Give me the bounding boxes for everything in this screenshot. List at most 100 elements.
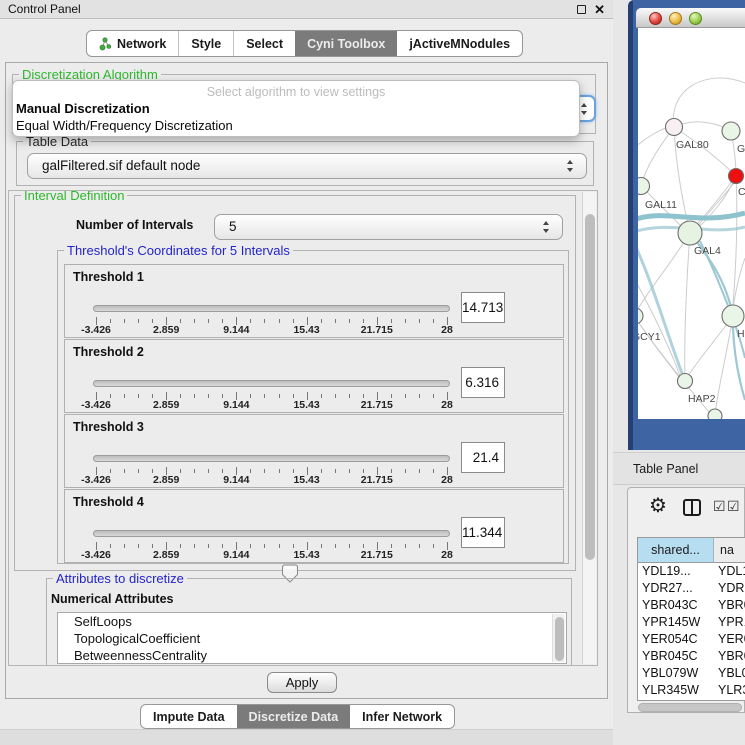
cell-name[interactable]: YIL0 (714, 699, 745, 701)
threshold-label: Threshold 4 (73, 495, 144, 509)
table-row[interactable]: YER054C YER0 (638, 631, 745, 648)
attribute-item[interactable]: TopologicalCoefficient (58, 630, 566, 647)
threshold-label: Threshold 3 (73, 420, 144, 434)
table-row[interactable]: YPR145W YPR1 (638, 614, 745, 631)
attributes-group: Attributes to discretize Numerical Attri… (46, 578, 572, 666)
threshold-panel: Threshold 4 (64, 489, 564, 563)
slider-track[interactable] (93, 455, 450, 462)
tab-infer-network[interactable]: Infer Network (350, 705, 454, 728)
checkbox-icon[interactable]: ☑ (727, 498, 740, 515)
cell-name[interactable]: YDL1 (714, 563, 745, 580)
threshold-value-field[interactable]: 21.4 (461, 442, 505, 473)
table-row[interactable]: YBR045C YBR0 (638, 648, 745, 665)
threshold-value-field[interactable]: 14.713 (461, 292, 505, 323)
network-canvas[interactable]: GAL80 G C GAL11 GAL4 GCY1 H HAP2 (638, 28, 745, 419)
float-window-icon[interactable] (577, 5, 586, 14)
number-of-intervals-spinner[interactable]: 5 (214, 214, 563, 240)
table-data-combobox-value: galFiltered.sif default node (28, 154, 586, 178)
network-node[interactable] (722, 122, 740, 140)
network-node-h[interactable] (722, 305, 744, 327)
cell-name[interactable]: YPR1 (714, 614, 745, 631)
thresholds-group-label: Threshold's Coordinates for 5 Intervals (64, 243, 293, 258)
threshold-value-field[interactable]: 6.316 (461, 367, 505, 398)
cell-name[interactable]: YLR3 (714, 682, 745, 699)
table-header-row: shared... na (638, 538, 745, 563)
column-header-shared-name[interactable]: shared... (638, 538, 714, 562)
zoom-traffic-light[interactable] (689, 12, 702, 25)
network-view-window: GAL80 G C GAL11 GAL4 GCY1 H HAP2 (628, 0, 745, 450)
cell-shared-name[interactable]: YBR043C (638, 597, 714, 614)
table-horizontal-scrollbar[interactable] (638, 703, 742, 712)
tab-style-label: Style (191, 37, 221, 51)
checkbox-icon[interactable]: ☑ (713, 498, 726, 515)
network-node-gal11[interactable] (638, 178, 650, 195)
algorithm-option-equal-width[interactable]: Equal Width/Frequency Discretization (15, 117, 577, 134)
column-header-name[interactable]: na (714, 538, 745, 562)
thresholds-list: Threshold 1 (64, 264, 564, 563)
tab-select[interactable]: Select (233, 31, 295, 56)
table-row[interactable]: YLR345W YLR3 (638, 682, 745, 699)
tab-infer-network-label: Infer Network (362, 710, 442, 724)
scrollbar-thumb[interactable] (585, 214, 595, 560)
cell-name[interactable]: YBR0 (714, 597, 745, 614)
slider-track[interactable] (93, 305, 450, 312)
table-panel-title: Table Panel (633, 462, 698, 476)
tab-impute-data[interactable]: Impute Data (141, 705, 237, 728)
tab-jactivemnodules[interactable]: jActiveMNodules (397, 31, 522, 56)
table-panel: ⚙ ☑ ☑ shared... na YDL19... YDL1 YDR27..… (627, 487, 745, 713)
network-node-selected-red[interactable] (729, 169, 744, 184)
table-row[interactable]: YDR27... YDR2 (638, 580, 745, 597)
table-row[interactable]: YIL052C YIL0 (638, 699, 745, 701)
columns-icon[interactable] (683, 499, 701, 516)
cell-name[interactable]: YBL0 (714, 665, 745, 682)
algorithm-option-manual[interactable]: Manual Discretization (15, 100, 577, 117)
cell-shared-name[interactable]: YER054C (638, 631, 714, 648)
attribute-item[interactable]: BetweennessCentrality (58, 647, 566, 664)
network-node-hap2[interactable] (678, 374, 693, 389)
network-node[interactable] (708, 409, 722, 419)
tab-select-label: Select (246, 37, 283, 51)
slider-track[interactable] (93, 380, 450, 387)
table-panel-header: Table Panel (613, 452, 745, 485)
table-row[interactable]: YBR043C YBR0 (638, 597, 745, 614)
control-panel-footer (0, 729, 613, 745)
cell-name[interactable]: YBR0 (714, 648, 745, 665)
gear-icon[interactable]: ⚙ (649, 495, 667, 517)
tab-network[interactable]: Network (87, 31, 178, 56)
top-tab-bar: Network Style Select Cyni Toolbox jActiv… (86, 30, 523, 57)
attributes-scrollbar[interactable] (552, 614, 565, 662)
tab-impute-data-label: Impute Data (153, 710, 225, 724)
cell-name[interactable]: YDR2 (714, 580, 745, 597)
network-node-gal80[interactable] (666, 119, 683, 136)
network-node-gcy1[interactable] (638, 308, 643, 324)
close-icon[interactable]: ✕ (594, 0, 605, 19)
table-row[interactable]: YBL079W YBL0 (638, 665, 745, 682)
cell-name[interactable]: YER0 (714, 631, 745, 648)
threshold-value-field[interactable]: 11.344 (461, 517, 505, 548)
scrollbar-thumb[interactable] (555, 617, 564, 661)
tab-discretize-data[interactable]: Discretize Data (237, 705, 351, 728)
table-data-group: Table Data galFiltered.sif default node (16, 141, 594, 186)
attribute-item[interactable]: SelfLoops (58, 613, 566, 630)
cell-shared-name[interactable]: YLR345W (638, 682, 714, 699)
table-row[interactable]: YDL19... YDL1 (638, 563, 745, 580)
cell-shared-name[interactable]: YDL19... (638, 563, 714, 580)
cell-shared-name[interactable]: YDR27... (638, 580, 714, 597)
close-traffic-light[interactable] (649, 12, 662, 25)
cell-shared-name[interactable]: YBR045C (638, 648, 714, 665)
apply-button[interactable]: Apply (267, 672, 337, 693)
numerical-attributes-list: SelfLoopsTopologicalCoefficientBetweenne… (57, 612, 567, 664)
node-label-gal11: GAL11 (645, 199, 677, 211)
minimize-traffic-light[interactable] (669, 12, 682, 25)
network-node-gal4[interactable] (678, 221, 702, 245)
settings-vertical-scrollbar[interactable] (582, 192, 596, 664)
tab-style[interactable]: Style (178, 31, 233, 56)
table-data-combobox[interactable]: galFiltered.sif default node (27, 153, 587, 179)
cell-shared-name[interactable]: YBL079W (638, 665, 714, 682)
bottom-tab-bar: Impute Data Discretize Data Infer Networ… (140, 704, 455, 729)
cell-shared-name[interactable]: YIL052C (638, 699, 714, 701)
slider-track[interactable] (93, 530, 450, 537)
tab-cyni-toolbox[interactable]: Cyni Toolbox (295, 31, 397, 56)
screen: Control Panel ✕ Network Style Select Cyn… (0, 0, 745, 745)
cell-shared-name[interactable]: YPR145W (638, 614, 714, 631)
